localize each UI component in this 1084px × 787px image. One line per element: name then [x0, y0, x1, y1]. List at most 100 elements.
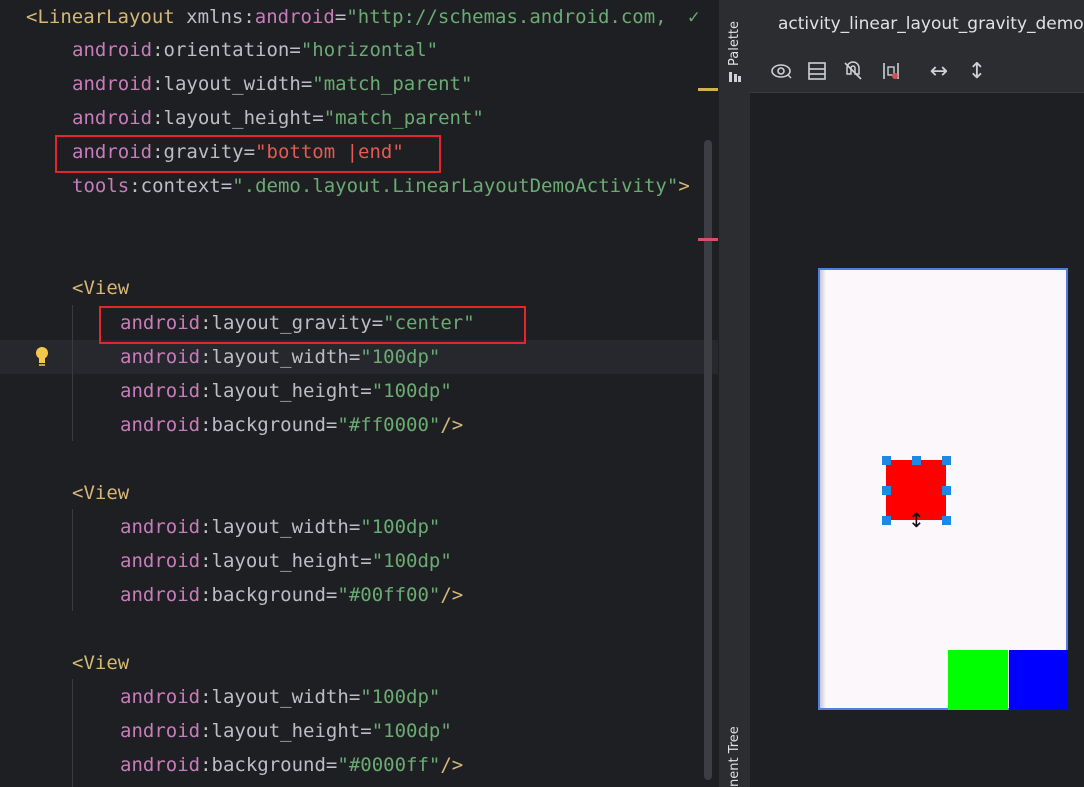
- attr-namespace: android: [120, 516, 201, 538]
- colon: :: [200, 686, 212, 708]
- equals: =: [220, 175, 233, 197]
- code-line[interactable]: tools:context=".demo.layout.LinearLayout…: [72, 169, 690, 203]
- resize-cursor-icon: ↕: [908, 508, 925, 532]
- attr-value: "http://schemas.android.com,: [346, 6, 667, 28]
- attr-namespace: android: [120, 754, 201, 776]
- check-icon: ✓: [688, 6, 700, 28]
- equals: =: [300, 73, 313, 95]
- horizontal-arrows-icon[interactable]: ↔: [926, 58, 952, 84]
- attr-value: "#0000ff": [337, 754, 441, 776]
- code-line[interactable]: android:layout_width="100dp": [120, 340, 440, 374]
- resize-handle[interactable]: [882, 456, 891, 465]
- equals: =: [348, 516, 361, 538]
- attr-value: "match_parent": [323, 107, 484, 129]
- resize-handle[interactable]: [942, 516, 951, 525]
- code-line[interactable]: android:background="#ff0000"/>: [120, 408, 463, 442]
- attr-name: context: [140, 175, 221, 197]
- colon: :: [200, 754, 212, 776]
- equals: =: [348, 346, 361, 368]
- tag-close: />: [440, 584, 464, 606]
- code-line[interactable]: <LinearLayout xmlns:android="http://sche…: [26, 0, 667, 34]
- equals: =: [312, 107, 324, 129]
- equals: =: [289, 39, 301, 61]
- code-line[interactable]: android:layout_width="match_parent": [72, 67, 472, 101]
- code-line[interactable]: android:orientation="horizontal": [72, 33, 438, 67]
- attr-value: "match_parent": [312, 73, 473, 95]
- design-toolbar: ↔ ↕: [750, 50, 1084, 93]
- attr-namespace: android: [72, 73, 153, 95]
- colon: :: [200, 550, 212, 572]
- lightbulb-icon[interactable]: [34, 346, 50, 368]
- attr-name: background: [211, 414, 326, 436]
- blueprint-icon[interactable]: [804, 58, 830, 84]
- attr-value: "100dp": [360, 516, 441, 538]
- attr-namespace: android: [72, 107, 153, 129]
- code-line[interactable]: android:background="#0000ff"/>: [120, 748, 463, 782]
- screen-edge-shadow: [820, 270, 826, 708]
- equals: =: [360, 550, 372, 572]
- highlight-box-gravity: [55, 135, 441, 173]
- attr-value: "horizontal": [300, 39, 439, 61]
- palette-tab[interactable]: Palette: [727, 21, 742, 66]
- tag-view: <View: [72, 652, 130, 674]
- equals: =: [348, 686, 361, 708]
- colon: :: [152, 39, 164, 61]
- component-tree-tab[interactable]: nent Tree: [727, 726, 742, 787]
- attr-namespace: android: [120, 380, 201, 402]
- design-preview-screen[interactable]: ↕: [818, 268, 1068, 710]
- tag-linearlayout: <LinearLayout: [26, 6, 175, 28]
- vertical-arrows-icon[interactable]: ↕: [964, 58, 990, 84]
- attr-name: layout_height: [163, 107, 313, 129]
- attr-namespace: android: [120, 414, 201, 436]
- resize-handle[interactable]: [942, 456, 951, 465]
- attr-value: "#ff0000": [337, 414, 441, 436]
- attr-value: "100dp": [360, 346, 441, 368]
- green-view[interactable]: [948, 650, 1008, 710]
- tag-close: />: [440, 754, 464, 776]
- eye-icon[interactable]: [768, 58, 794, 84]
- attr-value: ".demo.layout.LinearLayoutDemoActivity": [232, 175, 679, 197]
- blue-view[interactable]: [1009, 650, 1068, 710]
- highlight-box-layout-gravity: [99, 306, 526, 344]
- attr-name: background: [211, 584, 326, 606]
- colon: :: [152, 73, 164, 95]
- code-editor[interactable]: <LinearLayout xmlns:android="http://sche…: [0, 0, 718, 787]
- side-tool-strip: Palette nent Tree: [718, 0, 751, 787]
- attr-name: layout_height: [211, 720, 361, 742]
- resize-handle[interactable]: [942, 486, 951, 495]
- code-line[interactable]: android:background="#00ff00"/>: [120, 578, 463, 612]
- attr-name: layout_width: [211, 686, 349, 708]
- code-line[interactable]: <View: [72, 271, 129, 305]
- constraint-icon[interactable]: [878, 58, 904, 84]
- tag-view: <View: [72, 277, 130, 299]
- attr-name: orientation: [163, 39, 290, 61]
- code-line[interactable]: android:layout_width="100dp": [120, 680, 440, 714]
- resize-handle[interactable]: [882, 516, 891, 525]
- no-magnet-icon[interactable]: [840, 58, 866, 84]
- warning-marker[interactable]: [698, 88, 718, 91]
- error-marker[interactable]: [698, 238, 718, 241]
- attr-name: layout_width: [163, 73, 301, 95]
- attr-namespace: android: [120, 550, 201, 572]
- colon: :: [200, 380, 212, 402]
- editor-tab-bar: activity_linear_layout_gravity_demo.xml: [750, 0, 1084, 51]
- resize-handle[interactable]: [882, 486, 891, 495]
- attr-namespace: android: [254, 6, 335, 28]
- code-line[interactable]: <View: [72, 646, 129, 680]
- attr-namespace: android: [120, 720, 201, 742]
- code-line[interactable]: android:layout_height="match_parent": [72, 101, 484, 135]
- code-line[interactable]: android:layout_height="100dp": [120, 374, 452, 408]
- tag-close: />: [440, 414, 464, 436]
- colon: :: [200, 584, 212, 606]
- code-line[interactable]: <View: [72, 476, 129, 510]
- vertical-scrollbar[interactable]: [704, 140, 712, 780]
- attr-namespace: android: [72, 39, 153, 61]
- palette-icon: [729, 72, 741, 82]
- equals: =: [325, 414, 338, 436]
- indent-guide: [72, 679, 73, 787]
- code-line[interactable]: android:layout_height="100dp": [120, 714, 452, 748]
- code-line[interactable]: android:layout_height="100dp": [120, 544, 452, 578]
- layout-file-tab[interactable]: activity_linear_layout_gravity_demo.xml: [778, 14, 1084, 34]
- code-line[interactable]: android:layout_width="100dp": [120, 510, 440, 544]
- resize-handle[interactable]: [912, 456, 921, 465]
